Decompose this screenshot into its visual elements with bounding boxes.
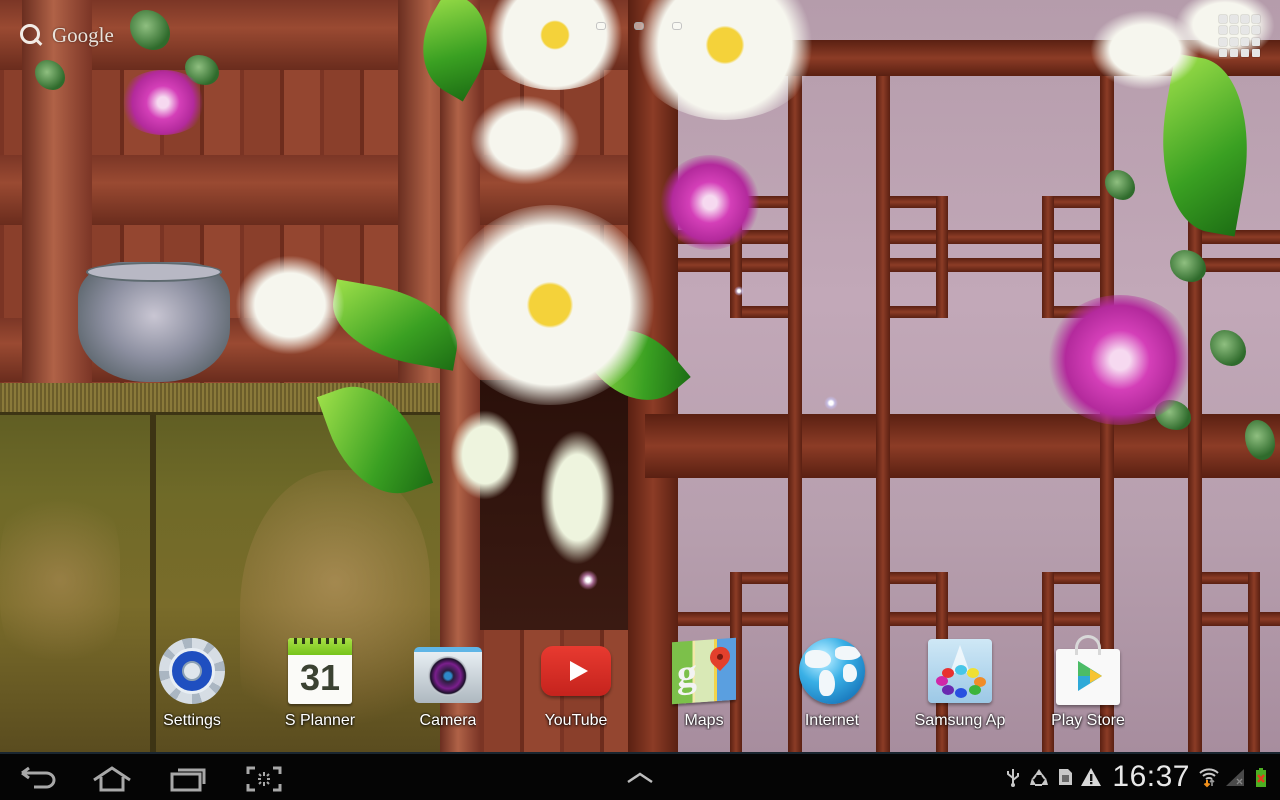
lattice-bar <box>1202 258 1280 272</box>
shortcut-label: S Planner <box>284 712 356 729</box>
map-pin-icon <box>705 642 735 672</box>
shortcut-label: Internet <box>804 712 860 729</box>
clock: 16:37 <box>1112 760 1190 793</box>
google-search-label: Google <box>52 22 114 47</box>
shortcut-internet[interactable]: Internet <box>777 636 887 736</box>
globe-icon <box>797 636 867 706</box>
shortcut-maps[interactable]: g Maps <box>649 636 759 736</box>
shortcut-label: Samsung Ap <box>914 712 1006 729</box>
lattice-bar <box>890 612 1100 626</box>
screenshot-button[interactable] <box>240 764 288 794</box>
page-dot-current[interactable] <box>634 22 644 30</box>
battery-charging-error-icon <box>1250 766 1272 788</box>
shortcut-label: Maps <box>684 712 724 729</box>
white-flower <box>445 205 655 405</box>
shortcut-label: Camera <box>419 712 477 729</box>
expand-panel-button[interactable] <box>616 764 664 794</box>
shortcut-label: Settings <box>163 712 221 729</box>
search-icon <box>18 22 44 48</box>
pink-flower <box>118 70 208 135</box>
chevron-up-icon <box>627 772 653 784</box>
page-dot[interactable] <box>596 22 606 30</box>
screenshot-capture-icon <box>246 766 282 792</box>
sparkle <box>734 286 744 296</box>
maps-icon: g <box>669 636 739 706</box>
calendar-icon: 31 <box>285 636 355 706</box>
white-bud <box>450 410 520 500</box>
recent-apps-icon <box>170 768 206 792</box>
settings-gear-icon <box>157 636 227 706</box>
shortcut-label: Play Store <box>1051 712 1125 729</box>
lattice-bar <box>1202 612 1280 626</box>
page-indicator <box>596 22 682 30</box>
warning-icon <box>1080 766 1102 788</box>
apps-grid-icon <box>1219 15 1227 23</box>
samsung-apps-icon <box>925 636 995 706</box>
home-icon <box>93 766 131 792</box>
recent-apps-button[interactable] <box>164 764 212 794</box>
shortcut-camera[interactable]: Camera <box>393 636 503 736</box>
pink-flower <box>660 155 760 250</box>
calendar-day: 31 <box>299 657 341 698</box>
cabinet-painting <box>0 480 120 680</box>
shortcut-label: YouTube <box>544 712 608 729</box>
porcelain-vase <box>78 262 230 382</box>
wifi-icon <box>1198 766 1220 788</box>
recycle-sync-icon <box>1028 766 1050 788</box>
white-bud <box>540 430 615 565</box>
back-button[interactable] <box>16 764 64 794</box>
shortcut-youtube[interactable]: YouTube <box>521 636 631 736</box>
google-search-widget[interactable]: Google <box>18 20 114 50</box>
shortcut-samsung-apps[interactable]: Samsung Ap <box>905 636 1015 736</box>
lattice-bar <box>1042 196 1054 318</box>
maps-g-glyph: g <box>677 649 697 696</box>
white-bud <box>235 255 345 355</box>
system-bar: 16:37 <box>0 752 1280 800</box>
back-arrow-icon <box>21 766 56 789</box>
camera-icon <box>413 636 483 706</box>
shortcut-play-store[interactable]: Play Store <box>1033 635 1143 736</box>
usb-icon <box>1002 766 1024 788</box>
white-bud <box>470 95 580 185</box>
play-store-icon <box>1053 635 1123 706</box>
sd-card-icon <box>1054 766 1076 788</box>
no-signal-icon <box>1224 766 1246 788</box>
pink-flower <box>1045 295 1195 425</box>
lattice-bar <box>890 258 1100 272</box>
sparkle <box>824 396 838 410</box>
apps-button[interactable] <box>1219 15 1261 57</box>
youtube-icon <box>541 636 611 706</box>
sparkle <box>578 570 598 590</box>
lattice-bar <box>890 230 1100 244</box>
shortcut-settings[interactable]: Settings <box>137 636 247 736</box>
lattice-bar <box>936 196 948 318</box>
status-area[interactable]: 16:37 <box>1002 754 1280 800</box>
page-dot[interactable] <box>672 22 682 30</box>
lattice-bar <box>1248 572 1260 752</box>
home-button[interactable] <box>88 764 136 794</box>
shortcut-s-planner[interactable]: 31 S Planner <box>265 636 375 736</box>
